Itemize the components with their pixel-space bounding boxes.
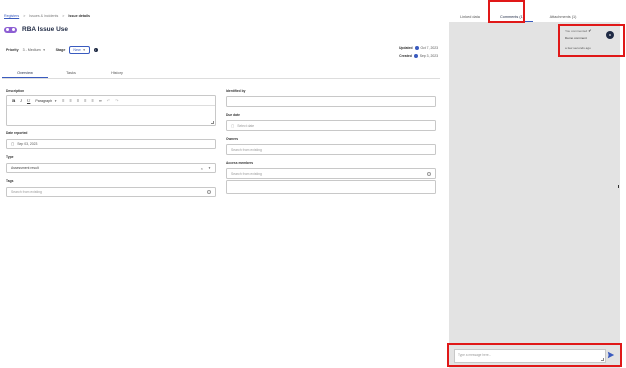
scrollbar-handle[interactable] bbox=[618, 185, 619, 188]
side-panel-tabs: Linked data Comments (1) Attachments (1) bbox=[449, 0, 620, 22]
tags-label: Tags bbox=[6, 179, 14, 183]
detail-tabs: Overview Tasks History bbox=[2, 67, 440, 79]
type-label: Type bbox=[6, 155, 14, 159]
avatar bbox=[413, 54, 418, 59]
chevron-down-icon: ▼ bbox=[54, 98, 58, 103]
breadcrumb-current: Issue details bbox=[68, 14, 90, 18]
tab-attachments[interactable]: Attachments (1) bbox=[533, 0, 593, 22]
issue-type-icon bbox=[4, 26, 17, 33]
access-members-label: Access members bbox=[226, 161, 254, 165]
paragraph-select[interactable]: Paragraph ▼ bbox=[35, 99, 57, 103]
due-date-placeholder: Select date bbox=[237, 123, 255, 128]
redo-icon[interactable]: ↷ bbox=[115, 98, 118, 103]
highlight-message-input bbox=[447, 343, 622, 367]
breadcrumb-separator: > bbox=[23, 14, 26, 18]
info-icon[interactable]: i bbox=[93, 48, 98, 52]
updated-value: Oct 7, 2023 bbox=[420, 46, 438, 50]
tab-tasks[interactable]: Tasks bbox=[48, 67, 94, 78]
align-icon[interactable]: ≡ bbox=[62, 98, 64, 103]
owners-input[interactable]: Search from existing bbox=[226, 144, 436, 155]
chevron-down-icon: ▼ bbox=[42, 48, 46, 52]
priority-label: Priority bbox=[6, 48, 19, 52]
description-editor[interactable]: B I U Paragraph ▼ ≡ ≡ ≡ ≡ ≡ ∞ ↶ ↷ bbox=[6, 95, 216, 126]
created-label: Created bbox=[399, 54, 412, 58]
access-members-list[interactable] bbox=[226, 180, 436, 194]
priority-value: 3 - Medium bbox=[22, 48, 41, 52]
title-row: RBA Issue Use bbox=[4, 26, 68, 33]
editor-toolbar: B I U Paragraph ▼ ≡ ≡ ≡ ≡ ≡ ∞ ↶ ↷ bbox=[7, 96, 215, 106]
access-members-input[interactable]: Search from existing bbox=[226, 168, 436, 179]
due-date-label: Due date bbox=[226, 113, 240, 117]
highlight-comment bbox=[558, 24, 625, 57]
date-reported-field[interactable]: ▢ Sep 03, 2023 bbox=[6, 139, 216, 149]
chevron-down-icon: ▼ bbox=[208, 166, 211, 170]
search-icon bbox=[427, 171, 431, 176]
type-select[interactable]: Assessment result × ▼ bbox=[6, 163, 216, 173]
priority-select[interactable]: 3 - Medium ▼ bbox=[23, 48, 46, 52]
stage-value: New bbox=[73, 48, 81, 52]
tags-input[interactable]: Search from existing bbox=[6, 187, 216, 197]
breadcrumb-registers[interactable]: Registers bbox=[4, 14, 19, 18]
date-reported-label: Date reported bbox=[6, 131, 28, 135]
highlight-comments-tab bbox=[488, 0, 525, 23]
resize-handle-icon[interactable] bbox=[211, 121, 214, 124]
numbered-list-icon[interactable]: ≡ bbox=[92, 98, 94, 103]
clear-icon[interactable]: × bbox=[201, 166, 203, 171]
type-value: Assessment result bbox=[11, 166, 39, 170]
meta-row: Priority 3 - Medium ▼ Stage New ▼ i bbox=[6, 46, 98, 54]
bold-icon[interactable]: B bbox=[12, 98, 15, 103]
tab-linked-data[interactable]: Linked data bbox=[449, 0, 491, 22]
owners-placeholder: Search from existing bbox=[231, 147, 262, 152]
tab-history[interactable]: History bbox=[94, 67, 140, 78]
chevron-down-icon: ▼ bbox=[82, 48, 86, 52]
page-title: RBA Issue Use bbox=[22, 26, 68, 33]
identified-by-label: Identified by bbox=[226, 89, 246, 93]
italic-icon[interactable]: I bbox=[20, 98, 22, 103]
access-members-placeholder: Search from existing bbox=[231, 171, 262, 176]
owners-label: Owners bbox=[226, 137, 239, 141]
date-reported-value: Sep 03, 2023 bbox=[17, 142, 38, 146]
stage-select[interactable]: New ▼ bbox=[69, 46, 90, 54]
avatar bbox=[414, 46, 419, 51]
created-value: Sep 3, 2023 bbox=[419, 54, 438, 58]
description-label: Description bbox=[6, 89, 25, 93]
search-icon bbox=[207, 190, 211, 194]
calendar-icon: ▢ bbox=[11, 142, 15, 146]
outdent-icon[interactable]: ≡ bbox=[77, 98, 79, 103]
updated-label: Updated bbox=[398, 46, 413, 50]
indent-icon[interactable]: ≡ bbox=[69, 98, 71, 103]
breadcrumb: Registers > Issues & incidents > Issue d… bbox=[4, 14, 90, 18]
breadcrumb-separator: > bbox=[62, 14, 65, 18]
identified-by-field[interactable] bbox=[226, 96, 436, 107]
tags-placeholder: Search from existing bbox=[11, 190, 42, 194]
due-date-field[interactable]: ▢ Select date bbox=[226, 120, 436, 131]
stage-label: Stage bbox=[55, 48, 66, 52]
dates: Updated Oct 7, 2023 Created Sep 3, 2023 bbox=[384, 44, 438, 60]
undo-icon[interactable]: ↶ bbox=[107, 98, 110, 103]
link-icon[interactable]: ∞ bbox=[99, 98, 102, 103]
calendar-icon: ▢ bbox=[231, 123, 235, 128]
paragraph-label: Paragraph bbox=[35, 98, 53, 103]
breadcrumb-issues[interactable]: Issues & incidents bbox=[29, 14, 58, 18]
underline-icon[interactable]: U bbox=[27, 98, 30, 103]
bullet-list-icon[interactable]: ≡ bbox=[84, 98, 86, 103]
tab-overview[interactable]: Overview bbox=[2, 67, 48, 78]
